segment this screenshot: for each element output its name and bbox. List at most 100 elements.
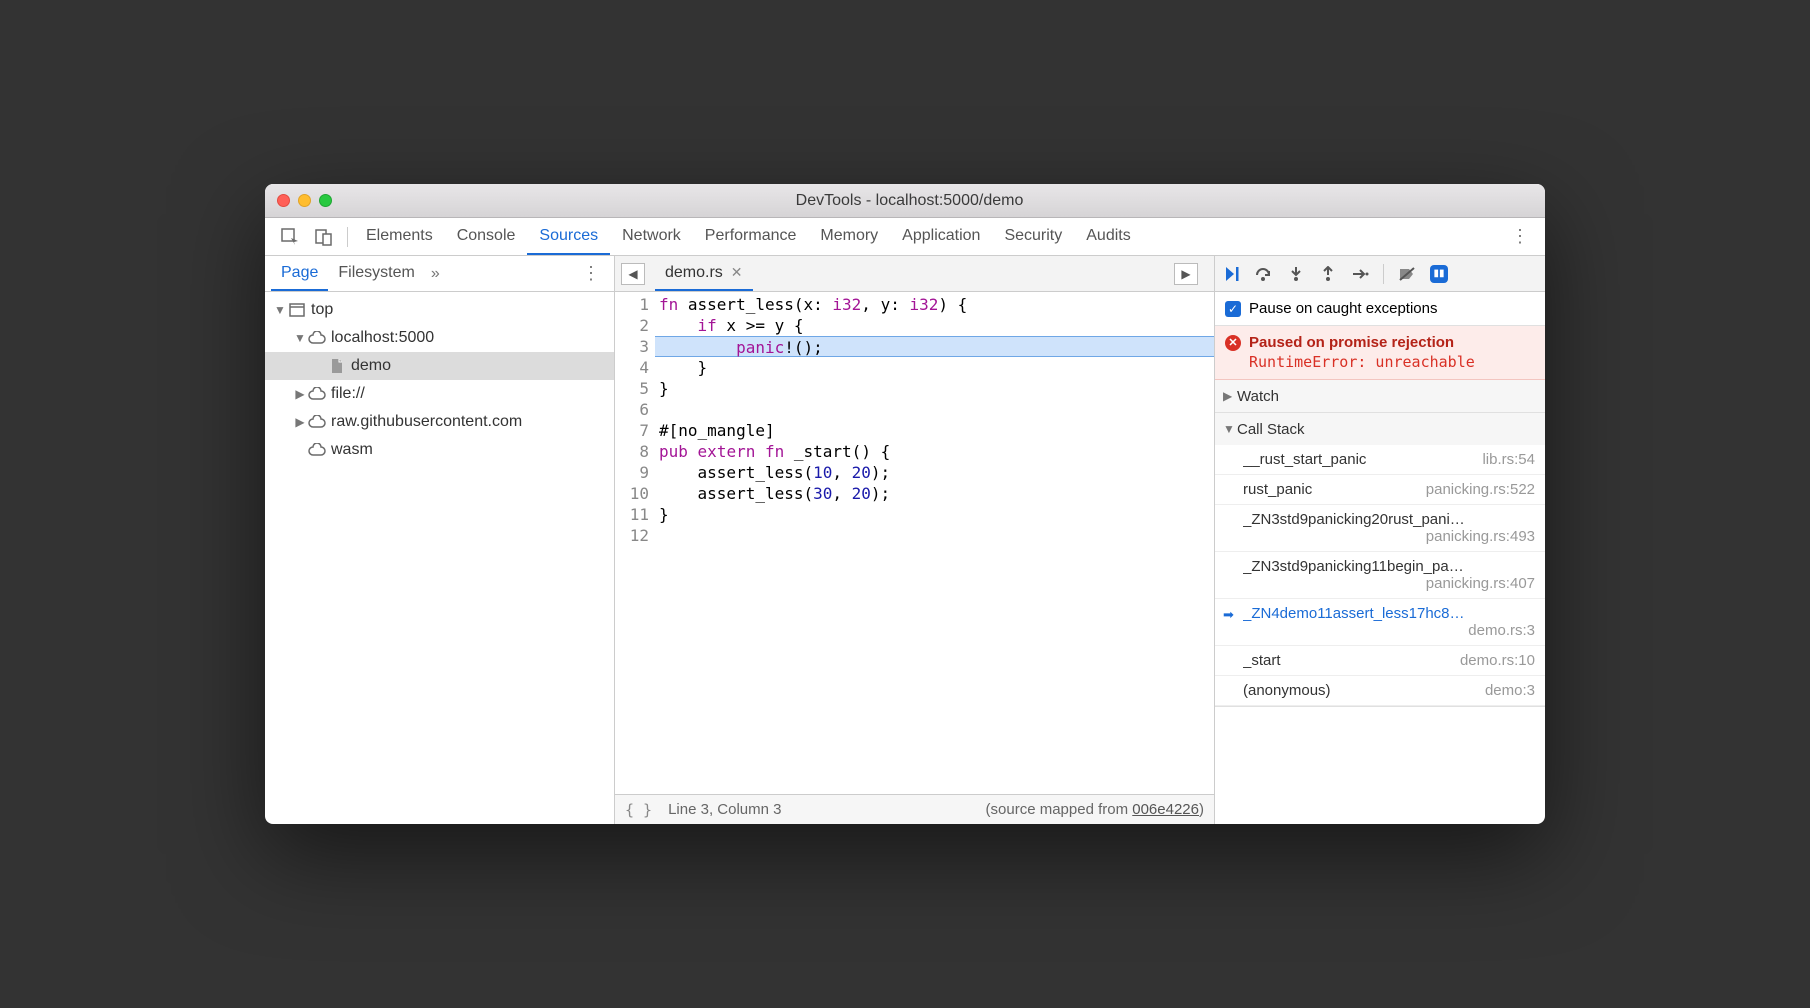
code-content: fn assert_less(x: i32, y: i32) { if x >=… (655, 292, 1214, 794)
pretty-print-button[interactable]: { } (625, 801, 652, 819)
cloud-icon (307, 415, 327, 429)
tree-node[interactable]: ▶ raw.githubusercontent.com (265, 408, 614, 436)
tree-node-label: raw.githubusercontent.com (331, 413, 522, 431)
step-out-button[interactable] (1317, 266, 1339, 282)
stack-frame[interactable]: _ZN3std9panicking11begin_pa…panicking.rs… (1215, 552, 1545, 599)
step-button[interactable] (1349, 267, 1371, 281)
code-line[interactable]: panic!(); (655, 336, 1214, 357)
code-line[interactable]: if x >= y { (655, 315, 1214, 336)
tab-memory[interactable]: Memory (808, 219, 890, 255)
navigator-overflow-icon[interactable]: » (425, 265, 446, 283)
chevron-right-icon: ▶ (1223, 389, 1237, 403)
source-map-link[interactable]: 006e4226 (1132, 801, 1199, 818)
expand-icon[interactable]: ▶ (293, 387, 307, 401)
expand-icon[interactable]: ▼ (293, 331, 307, 345)
code-line[interactable]: } (655, 357, 1214, 378)
navigator-menu-icon[interactable]: ⋮ (574, 263, 608, 284)
close-tab-icon[interactable]: ✕ (731, 264, 743, 281)
devtools-window: DevTools - localhost:5000/demo ElementsC… (265, 184, 1545, 824)
step-into-button[interactable] (1285, 266, 1307, 282)
tree-node-label: file:// (331, 385, 365, 403)
code-line[interactable]: fn assert_less(x: i32, y: i32) { (655, 294, 1214, 315)
pause-caught-label: Pause on caught exceptions (1249, 300, 1437, 317)
tree-node[interactable]: demo (265, 352, 614, 380)
minimize-window-button[interactable] (298, 194, 311, 207)
cursor-position: Line 3, Column 3 (668, 801, 781, 818)
stack-fn: _ZN4demo11assert_less17hc8… (1243, 605, 1465, 622)
file-tab[interactable]: demo.rs ✕ (655, 257, 753, 291)
watch-section-header[interactable]: ▶ Watch (1215, 380, 1545, 412)
stack-frame[interactable]: rust_panicpanicking.rs:522 (1215, 475, 1545, 505)
editor-nav-back-button[interactable]: ◀ (621, 263, 645, 285)
code-editor[interactable]: 123456789101112 fn assert_less(x: i32, y… (615, 292, 1214, 794)
cloud-icon (307, 387, 327, 401)
tree-node[interactable]: wasm (265, 436, 614, 464)
stack-loc: panicking.rs:493 (1426, 528, 1535, 545)
code-line[interactable]: #[no_mangle] (655, 420, 1214, 441)
overflow-menu-icon[interactable]: ⋮ (1503, 226, 1537, 247)
navigator-tab-filesystem[interactable]: Filesystem (328, 257, 424, 291)
tab-security[interactable]: Security (992, 219, 1074, 255)
stack-loc: demo:3 (1485, 682, 1535, 699)
stack-frame[interactable]: ➡_ZN4demo11assert_less17hc8…demo.rs:3 (1215, 599, 1545, 646)
navigator-tab-page[interactable]: Page (271, 257, 328, 291)
zoom-window-button[interactable] (319, 194, 332, 207)
editor-nav-forward-button[interactable]: ▶ (1174, 263, 1198, 285)
stack-loc: panicking.rs:407 (1426, 575, 1535, 592)
tab-audits[interactable]: Audits (1074, 219, 1142, 255)
tab-performance[interactable]: Performance (693, 219, 809, 255)
paused-title: Paused on promise rejection (1249, 334, 1454, 351)
editor-tabs: ◀ demo.rs ✕ ▶ (615, 256, 1214, 292)
code-line[interactable]: } (655, 378, 1214, 399)
resume-button[interactable] (1221, 265, 1243, 283)
code-line[interactable]: assert_less(10, 20); (655, 462, 1214, 483)
tab-sources[interactable]: Sources (527, 219, 610, 255)
stack-fn: _ZN3std9panicking11begin_pa… (1243, 558, 1464, 575)
pause-exceptions-button[interactable]: ▮▮ (1428, 265, 1450, 283)
code-line[interactable]: assert_less(30, 20); (655, 483, 1214, 504)
stack-frame[interactable]: _ZN3std9panicking20rust_pani…panicking.r… (1215, 505, 1545, 552)
sources-navigator: PageFilesystem » ⋮ ▼top▼localhost:5000 de… (265, 256, 615, 824)
tree-node[interactable]: ▶ file:// (265, 380, 614, 408)
cloud-icon (307, 331, 327, 345)
error-icon: ✕ (1225, 335, 1241, 351)
stack-frame[interactable]: __rust_start_paniclib.rs:54 (1215, 445, 1545, 475)
expand-icon[interactable]: ▼ (273, 303, 287, 317)
navigator-tabs: PageFilesystem » ⋮ (265, 256, 614, 292)
tree-node[interactable]: ▼localhost:5000 (265, 324, 614, 352)
close-window-button[interactable] (277, 194, 290, 207)
stack-frame[interactable]: (anonymous)demo:3 (1215, 676, 1545, 706)
stack-fn: _ZN3std9panicking20rust_pani… (1243, 511, 1465, 528)
step-over-button[interactable] (1253, 265, 1275, 283)
expand-icon[interactable]: ▶ (293, 415, 307, 429)
traffic-lights (277, 194, 332, 207)
callstack-label: Call Stack (1237, 421, 1305, 438)
devtools-tabs: ElementsConsoleSourcesNetworkPerformance… (265, 218, 1545, 256)
code-line[interactable]: pub extern fn _start() { (655, 441, 1214, 462)
inspect-icon[interactable] (273, 224, 307, 250)
tab-console[interactable]: Console (445, 219, 528, 255)
debugger-toolbar: ▮▮ (1215, 256, 1545, 292)
window-title: DevTools - localhost:5000/demo (346, 192, 1473, 210)
pause-caught-row[interactable]: ✓ Pause on caught exceptions (1215, 292, 1545, 326)
code-line[interactable]: } (655, 504, 1214, 525)
paused-detail: RuntimeError: unreachable (1249, 353, 1535, 371)
pause-caught-checkbox[interactable]: ✓ (1225, 301, 1241, 317)
device-toggle-icon[interactable] (307, 224, 341, 250)
stack-loc: demo.rs:10 (1460, 652, 1535, 669)
tab-network[interactable]: Network (610, 219, 693, 255)
code-line[interactable] (655, 399, 1214, 420)
stack-frame[interactable]: _startdemo.rs:10 (1215, 646, 1545, 676)
tab-application[interactable]: Application (890, 219, 992, 255)
file-tab-label: demo.rs (665, 264, 723, 282)
stack-fn: __rust_start_panic (1243, 451, 1366, 468)
stack-loc: demo.rs:3 (1468, 622, 1535, 639)
callstack-section-header[interactable]: ▼ Call Stack (1215, 413, 1545, 445)
tab-elements[interactable]: Elements (354, 219, 445, 255)
line-gutter: 123456789101112 (615, 292, 655, 794)
watch-label: Watch (1237, 388, 1279, 405)
tree-node-label: demo (351, 357, 391, 375)
deactivate-breakpoints-button[interactable] (1396, 266, 1418, 282)
tree-node[interactable]: ▼top (265, 296, 614, 324)
code-line[interactable] (655, 525, 1214, 546)
